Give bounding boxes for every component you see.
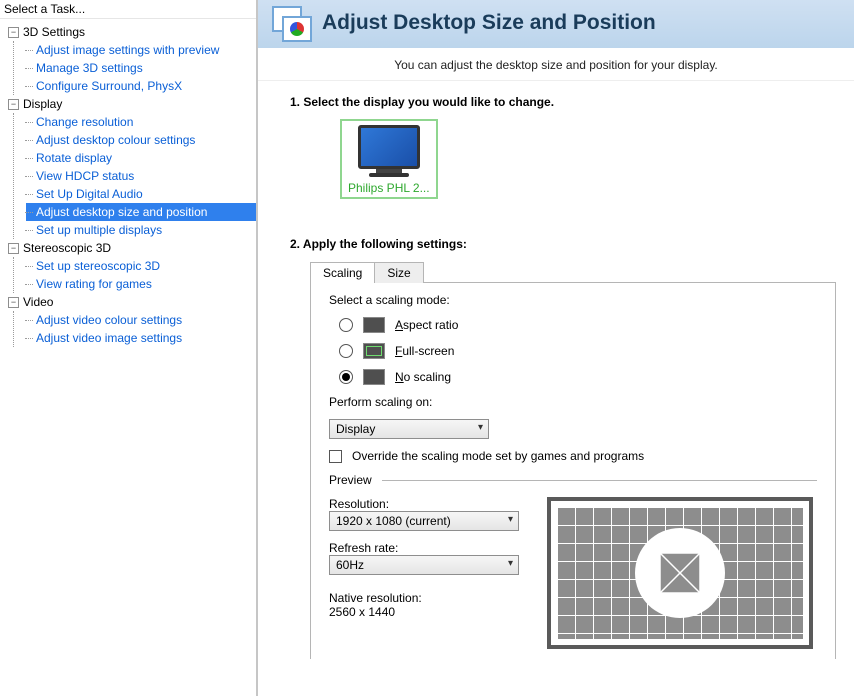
page-subtitle: You can adjust the desktop size and posi… <box>258 48 854 80</box>
page-header: Adjust Desktop Size and Position <box>258 0 854 48</box>
page-title: Adjust Desktop Size and Position <box>322 11 656 35</box>
tree-item-setup-stereo3d[interactable]: Set up stereoscopic 3D <box>26 257 256 275</box>
radio-label: Aspect ratio <box>395 318 458 332</box>
tree-item-rotate-display[interactable]: Rotate display <box>26 149 256 167</box>
perform-scaling-select[interactable]: Display <box>329 419 489 439</box>
tree-item-configure-surround[interactable]: Configure Surround, PhysX <box>26 77 256 95</box>
radio-no-scaling[interactable]: No scaling <box>329 369 817 385</box>
settings-body: 1. Select the display you would like to … <box>258 80 854 696</box>
tab-scaling[interactable]: Scaling <box>310 262 375 283</box>
task-sidebar: Select a Task... − 3D Settings Adjust im… <box>0 0 258 696</box>
tree-item-change-resolution[interactable]: Change resolution <box>26 113 256 131</box>
tree-item-adjust-image-settings[interactable]: Adjust image settings with preview <box>26 41 256 59</box>
preview-divider: Preview <box>329 473 817 487</box>
tree-item-desktop-size-position[interactable]: Adjust desktop size and position <box>26 203 256 221</box>
monitor-icon <box>358 125 420 169</box>
display-settings-icon <box>272 6 310 40</box>
monitor-base-icon <box>369 173 409 177</box>
preview-pattern-icon <box>635 528 725 618</box>
scaling-mode-label: Select a scaling mode: <box>329 293 817 307</box>
refresh-select[interactable]: 60Hz <box>329 555 519 575</box>
tree-item-view-rating[interactable]: View rating for games <box>26 275 256 293</box>
collapse-icon[interactable]: − <box>8 243 19 254</box>
step1-label: 1. Select the display you would like to … <box>290 95 836 109</box>
radio-icon[interactable] <box>339 344 353 358</box>
tree-item-digital-audio[interactable]: Set Up Digital Audio <box>26 185 256 203</box>
collapse-icon[interactable]: − <box>8 297 19 308</box>
full-screen-icon <box>363 343 385 359</box>
perform-scaling-label: Perform scaling on: <box>329 395 817 409</box>
refresh-label: Refresh rate: <box>329 541 519 555</box>
collapse-icon[interactable]: − <box>8 99 19 110</box>
radio-aspect-ratio[interactable]: Aspect ratio <box>329 317 817 333</box>
override-checkbox[interactable] <box>329 450 342 463</box>
tree-group-label: Display <box>23 96 62 112</box>
override-label: Override the scaling mode set by games a… <box>352 449 644 463</box>
radio-icon[interactable] <box>339 318 353 332</box>
tab-scaling-body: Select a scaling mode: Aspect ratio Full… <box>310 283 836 659</box>
tree-item-multiple-displays[interactable]: Set up multiple displays <box>26 221 256 239</box>
preview-label: Preview <box>329 473 372 487</box>
tree-group-label: Video <box>23 294 53 310</box>
sidebar-title: Select a Task... <box>0 0 256 19</box>
resolution-label: Resolution: <box>329 497 519 511</box>
tree-item-view-hdcp[interactable]: View HDCP status <box>26 167 256 185</box>
override-row[interactable]: Override the scaling mode set by games a… <box>329 449 817 463</box>
task-tree: − 3D Settings Adjust image settings with… <box>0 19 256 347</box>
tree-group-label: 3D Settings <box>23 24 85 40</box>
native-res-value: 2560 x 1440 <box>329 605 519 619</box>
radio-label: No scaling <box>395 370 451 384</box>
display-name-label: Philips PHL 2... <box>348 181 430 195</box>
content-pane: Adjust Desktop Size and Position You can… <box>258 0 854 696</box>
tree-item-video-colour[interactable]: Adjust video colour settings <box>26 311 256 329</box>
tree-group-label: Stereoscopic 3D <box>23 240 111 256</box>
radio-icon[interactable] <box>339 370 353 384</box>
tree-item-adjust-colour[interactable]: Adjust desktop colour settings <box>26 131 256 149</box>
tree-group-video[interactable]: − Video <box>8 293 256 311</box>
settings-tabs: Scaling Size <box>310 261 836 283</box>
tree-item-video-image[interactable]: Adjust video image settings <box>26 329 256 347</box>
tree-group-3d-settings[interactable]: − 3D Settings <box>8 23 256 41</box>
preview-monitor <box>547 497 813 649</box>
tab-size[interactable]: Size <box>374 262 423 283</box>
aspect-ratio-icon <box>363 317 385 333</box>
tree-group-stereo3d[interactable]: − Stereoscopic 3D <box>8 239 256 257</box>
native-res-label: Native resolution: <box>329 591 519 605</box>
tree-item-manage-3d-settings[interactable]: Manage 3D settings <box>26 59 256 77</box>
resolution-select[interactable]: 1920 x 1080 (current) <box>329 511 519 531</box>
collapse-icon[interactable]: − <box>8 27 19 38</box>
tree-group-display[interactable]: − Display <box>8 95 256 113</box>
display-thumbnail[interactable]: Philips PHL 2... <box>340 119 438 199</box>
radio-full-screen[interactable]: Full-screen <box>329 343 817 359</box>
step2-label: 2. Apply the following settings: <box>290 237 836 251</box>
no-scaling-icon <box>363 369 385 385</box>
radio-label: Full-screen <box>395 344 454 358</box>
